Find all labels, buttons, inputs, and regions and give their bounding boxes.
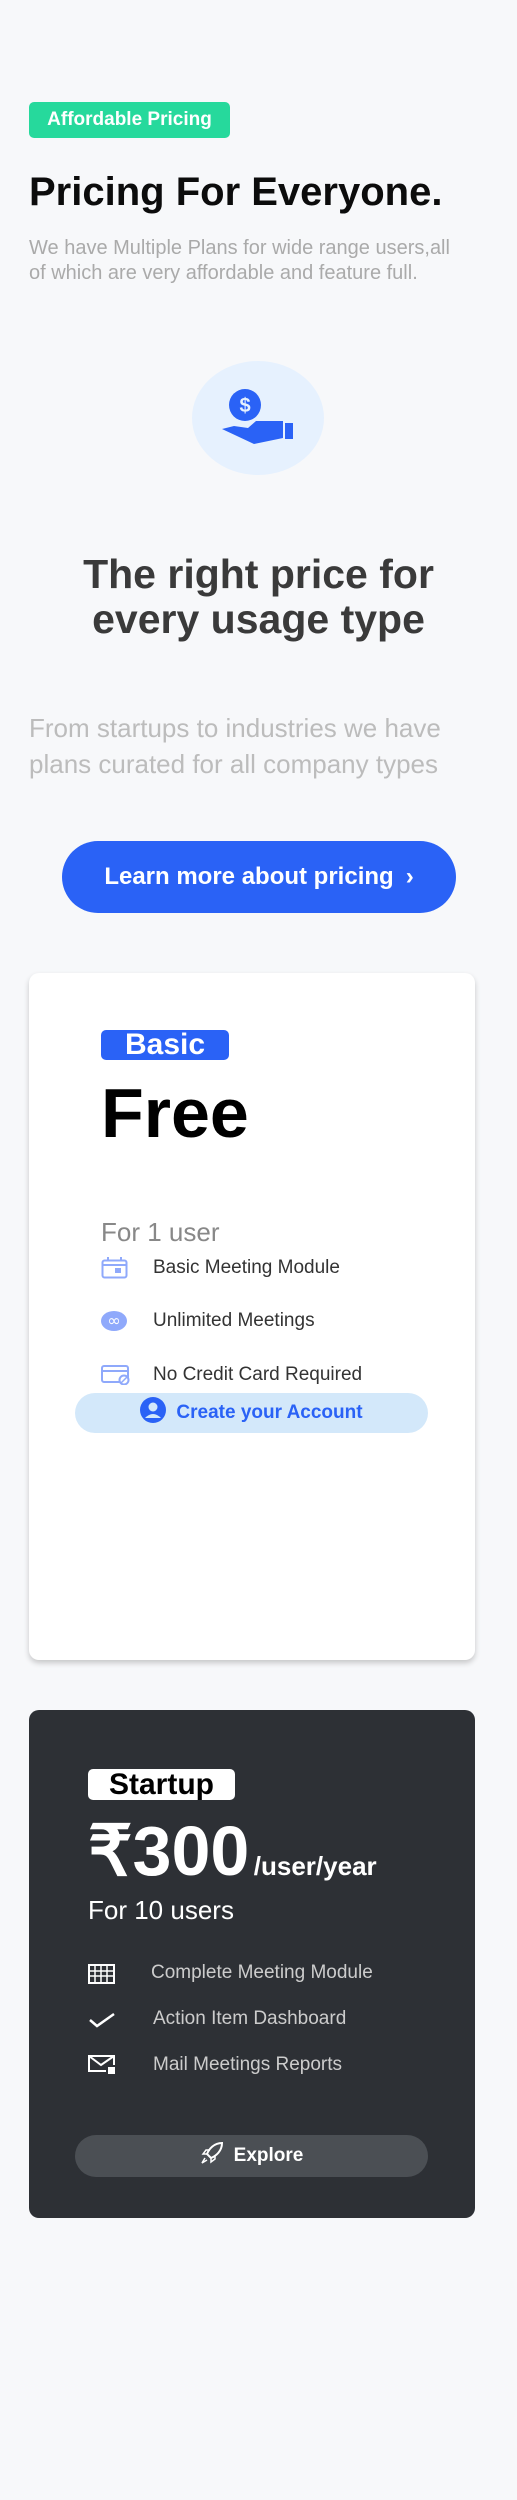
page-subtitle: We have Multiple Plans for wide range us… — [29, 237, 450, 284]
hero-heading: The right price for every usage type — [83, 551, 434, 642]
button-label: Explore — [233, 2145, 304, 2166]
infinity-icon: ∞ — [101, 1311, 153, 1331]
cta-label: Learn more about pricing — [104, 863, 394, 890]
feature-item: Mail Meetings Reports — [88, 2042, 468, 2088]
credit-card-off-icon — [101, 1364, 153, 1385]
calendar-icon — [101, 1256, 153, 1279]
button-label: Create your Account — [176, 1402, 363, 1423]
feature-item: Action Item Dashboard — [88, 1996, 468, 2042]
plan-price: ₹300 — [88, 1812, 250, 1890]
hero-text: From startups to industries we have plan… — [29, 713, 441, 779]
svg-text:∞: ∞ — [107, 1311, 120, 1330]
feature-label: Complete Meeting Module — [151, 1962, 373, 1983]
basic-feature-list: Basic Meeting Module ∞ Unlimited Meeting… — [101, 1245, 461, 1397]
plan-badge: Startup — [88, 1769, 235, 1800]
create-account-button[interactable]: Create your Account — [75, 1393, 428, 1433]
feature-item: Complete Meeting Module — [88, 1950, 468, 1996]
page-title: Pricing For Everyone. — [29, 170, 443, 214]
plan-users: For 1 user — [101, 1217, 220, 1247]
rocket-icon — [200, 2141, 224, 2171]
feature-item: No Credit Card Required — [101, 1352, 461, 1397]
learn-more-pricing-button[interactable]: Learn more about pricing › — [62, 841, 456, 913]
feature-label: Basic Meeting Module — [153, 1256, 340, 1278]
money-hand-icon: $ — [192, 361, 324, 475]
feature-label: Unlimited Meetings — [153, 1310, 315, 1331]
mail-lock-icon — [88, 2055, 153, 2075]
plan-users: For 10 users — [88, 1895, 234, 1925]
calendar-grid-icon — [88, 1962, 151, 1984]
plan-badge: Basic — [101, 1030, 229, 1060]
feature-item: Basic Meeting Module — [101, 1245, 461, 1290]
feature-label: Action Item Dashboard — [153, 2008, 347, 2029]
chevron-right-icon: › — [405, 863, 414, 890]
plan-price-row: ₹300 /user/year — [88, 1810, 377, 1892]
svg-text:$: $ — [239, 395, 250, 417]
plan-period: /user/year — [253, 1851, 377, 1881]
plan-price: Free — [101, 1074, 249, 1152]
startup-feature-list: Complete Meeting Module Action Item Dash… — [88, 1950, 468, 2088]
feature-label: Mail Meetings Reports — [153, 2054, 343, 2075]
feature-label: No Credit Card Required — [153, 1363, 363, 1385]
user-circle-icon — [140, 1397, 167, 1429]
checkmark-icon — [88, 2009, 153, 2029]
affordable-pricing-tag: Affordable Pricing — [29, 102, 230, 138]
feature-item: ∞ Unlimited Meetings — [101, 1290, 461, 1352]
explore-button[interactable]: Explore — [75, 2135, 428, 2177]
